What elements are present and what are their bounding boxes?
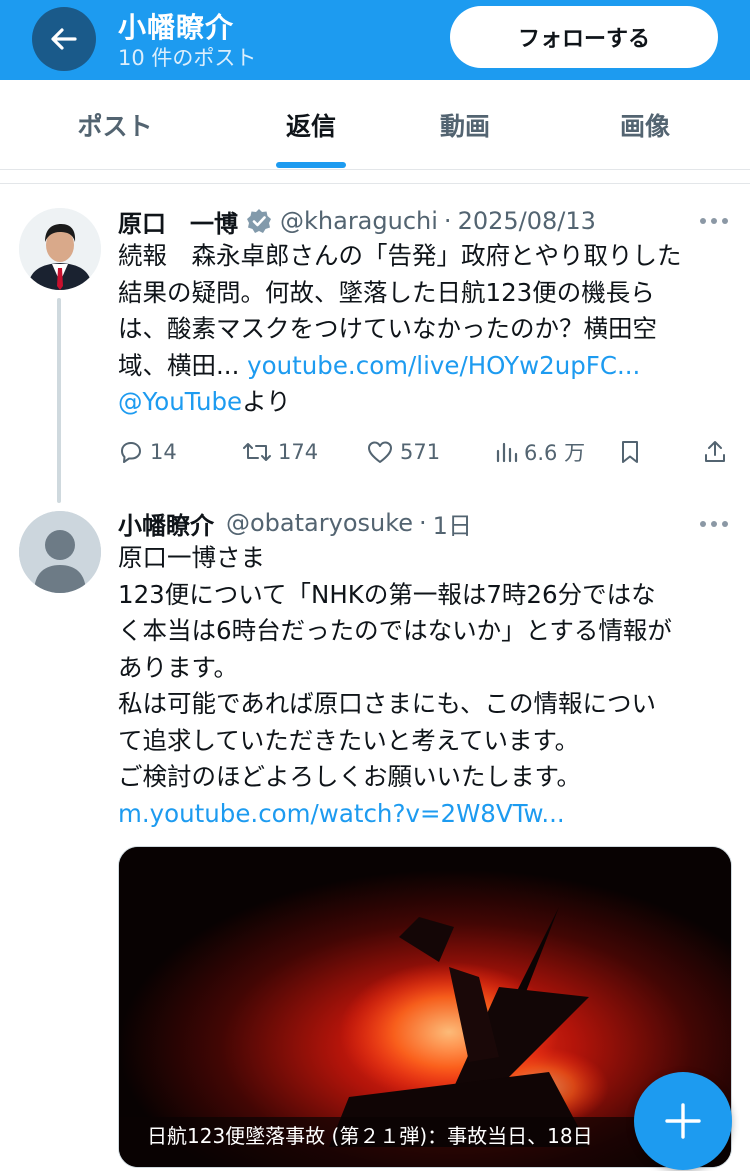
repost-button[interactable]: 174 [242,430,318,474]
repost-count: 174 [278,440,319,464]
more-options-button[interactable] [700,218,728,224]
meta-separator: · [419,509,427,537]
plus-icon [665,1103,701,1139]
media-caption: 日航123便墜落事故 (第２１弾)：事故当日、18日 [147,1124,593,1148]
tweet1-actions: 14 174 571 6.6 万 [118,430,728,474]
share-icon [705,441,725,462]
tab-replies[interactable]: 返信 [236,80,386,170]
more-options-button[interactable] [700,521,728,527]
default-avatar-icon [19,511,101,593]
tweet2-line: 123便について「NHKの第一報は7時26分ではな [118,579,656,609]
youtube-link[interactable]: m.youtube.com/watch?v=2W8VTw... [118,799,565,828]
tab-posts[interactable]: ポスト [40,80,190,170]
youtube-mention[interactable]: @YouTube [118,387,242,416]
active-tab-indicator [276,162,346,168]
analytics-icon [496,442,518,463]
views-button[interactable]: 6.6 万 [494,430,585,474]
share-button[interactable] [702,430,728,474]
compose-post-button[interactable] [634,1072,732,1170]
like-button[interactable]: 571 [366,430,440,474]
meta-separator: · [443,207,452,235]
author-handle[interactable]: @kharaguchi [280,207,438,235]
top-bar: 小幡瞭介 10 件のポスト フォローする [0,0,750,80]
tweet2-line: て追求していただきたいと考えています。 [118,725,580,755]
youtube-link[interactable]: youtube.com/live/HOYw2upFC... [247,351,640,380]
avatar-obataryosuke[interactable] [19,511,101,593]
author-handle[interactable]: @obataryosuke [226,509,413,537]
post-date[interactable]: 1日 [433,506,472,541]
post-count: 10 件のポスト [118,46,257,70]
reply-button[interactable]: 14 [118,430,177,474]
author-name[interactable]: 小幡瞭介 [118,506,214,541]
bookmark-icon [622,441,638,463]
back-button[interactable] [32,7,96,71]
tweet2-line: 私は可能であれば原口さまにも、この情報につい [118,689,657,718]
tweet2-line: く本当は6時台だったのではないか」とする情報が [118,616,672,645]
tweet1-line: 域、横田... [118,350,248,380]
profile-tabs: ポスト 返信 動画 画像 [0,80,750,170]
tweet1-line: 結果の疑問。何故、墜落した日航123便の機長ら [118,277,655,307]
tab-images[interactable]: 画像 [570,80,720,170]
like-count: 571 [400,440,441,464]
tweet2-line: ご検討のほどよろしくお願いいたします。 [118,762,582,791]
tweet2-line: あります。 [118,652,239,682]
more-dot [700,218,706,224]
author-name[interactable]: 原口 一博 [118,204,238,239]
follow-button[interactable]: フォローする [450,6,718,68]
heart-icon [368,441,392,463]
tab-videos[interactable]: 動画 [390,80,540,170]
more-dot [700,521,706,527]
more-dot [722,521,728,527]
tweet2-body: 原口一博さま 123便について「NHKの第一報は7時26分ではな く本当は6時台… [118,540,728,832]
thread-connector [57,298,61,503]
reply-count: 14 [150,440,177,464]
repost-icon [243,443,271,461]
bookmark-button[interactable] [618,430,642,474]
arrow-left-icon [51,28,77,50]
view-count: 6.6 万 [524,441,586,465]
avatar-kharaguchi[interactable] [19,208,101,290]
tweet2-line: 原口一博さま [118,543,265,572]
more-dot [711,521,717,527]
mention-suffix: より [242,387,291,416]
more-dot [711,218,717,224]
more-dot [722,218,728,224]
divider [0,183,750,184]
tweet2-header: 小幡瞭介 @obataryosuke · 1日 [118,506,472,540]
profile-title: 小幡瞭介 [118,11,235,44]
verified-badge-icon [246,208,272,234]
post-date[interactable]: 2025/08/13 [458,207,596,235]
reply-icon [121,442,141,463]
tweet1-line: は、酸素マスクをつけていなかったのか？横田空 [118,314,657,343]
person-photo-icon [19,208,101,290]
tweet1-header: 原口 一博 @kharaguchi · 2025/08/13 [118,204,596,238]
tweet1-line: 続報 森永卓郎さんの「告発」政府とやり取りした [118,241,682,270]
tweet1-body: 続報 森永卓郎さんの「告発」政府とやり取りした 結果の疑問。何故、墜落した日航1… [118,238,728,421]
